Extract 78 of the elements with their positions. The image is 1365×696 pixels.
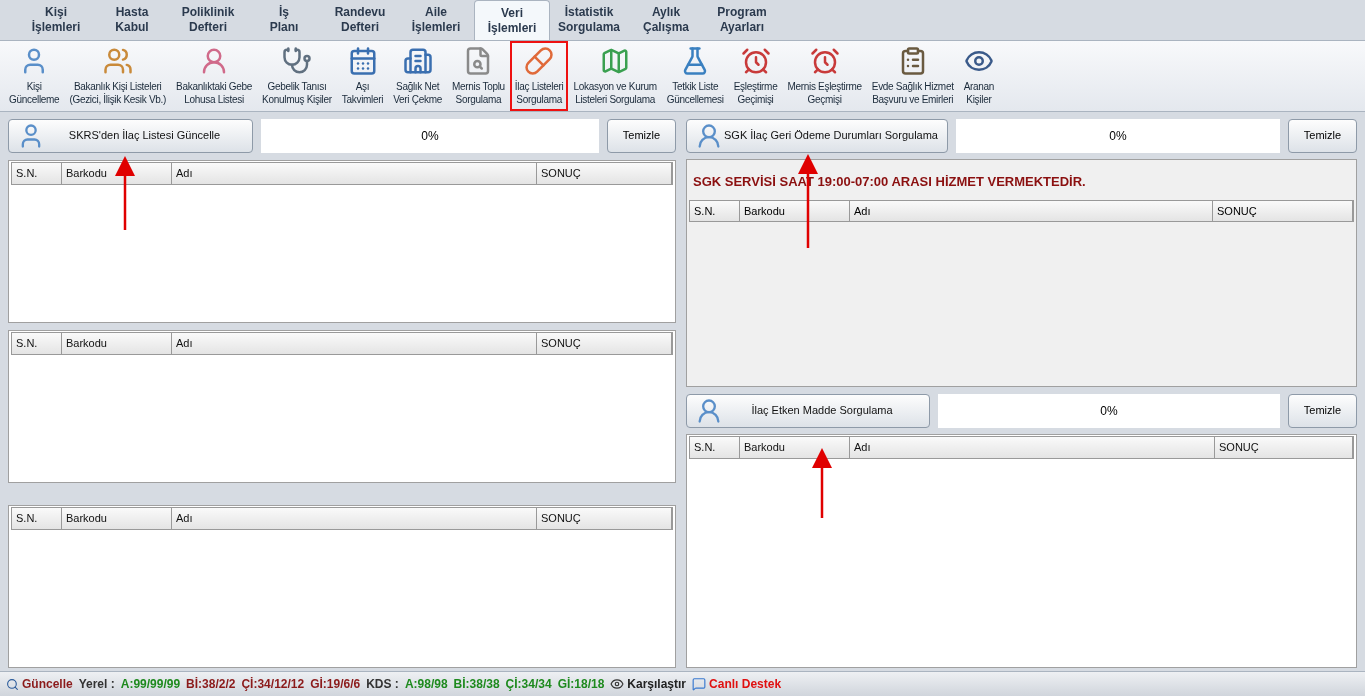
chat-icon — [692, 677, 707, 691]
menu-tab[interactable]: Aylık Çalışma — [628, 0, 704, 40]
toolbar-button[interactable]: Bakanlıktaki Gebe Lohusa Listesi — [171, 41, 258, 111]
column-header[interactable]: Barkodu — [740, 437, 850, 458]
eye-icon — [610, 677, 625, 691]
map-icon — [600, 46, 631, 76]
status-text: Gİ:19/6/6 — [310, 676, 361, 693]
column-header[interactable]: Barkodu — [740, 200, 850, 221]
status-text: KDS : — [366, 676, 399, 693]
status-link[interactable]: Karşılaştır — [627, 675, 687, 693]
toolbar-button[interactable]: Lokasyon ve Kurum Listeleri Sorgulama — [568, 41, 662, 111]
menu-tab[interactable]: Aile İşlemleri — [398, 0, 474, 40]
column-header[interactable]: SONUÇ — [537, 333, 672, 354]
progress-label: 0% — [956, 118, 1280, 153]
status-text: Çİ:34/34 — [505, 676, 552, 693]
progress-label: 0% — [261, 118, 599, 153]
toolbar-button[interactable]: İlaç Listeleri Sorgulama — [509, 41, 569, 111]
pill-icon — [524, 46, 555, 76]
menu-tab[interactable]: İstatistik Sorgulama — [550, 0, 628, 40]
menu-tab[interactable]: Randevu Defteri — [322, 0, 398, 40]
toolbar-button[interactable]: Kişi Güncelleme — [4, 41, 65, 111]
query-button[interactable]: SGK İlaç Geri Ödeme Durumları Sorgulama — [686, 118, 948, 153]
alarm-clock-icon — [740, 46, 771, 76]
clear-button[interactable]: Temizle — [607, 118, 676, 153]
status-text: A:99/99/99 — [120, 676, 181, 693]
calendar-icon — [347, 46, 378, 76]
column-header[interactable]: Adı — [172, 163, 537, 184]
toolbar-button[interactable]: Gebelik Tanısı Konulmuş Kişiler — [257, 41, 337, 111]
users-icon — [102, 46, 133, 76]
toolbar-button[interactable]: Aranan Kişiler — [958, 41, 1000, 111]
query-button[interactable]: SKRS'den İlaç Listesi Güncelle — [8, 118, 253, 153]
clear-button[interactable]: Temizle — [1288, 393, 1357, 428]
menu-tab[interactable]: Kişi İşlemleri — [18, 0, 94, 40]
search-icon — [6, 677, 19, 691]
building-icon — [402, 46, 433, 76]
menu-tab[interactable]: İş Planı — [246, 0, 322, 40]
column-header[interactable]: Adı — [172, 333, 537, 354]
status-text: Çİ:34/12/12 — [241, 676, 305, 693]
status-text: A:98/98 — [404, 676, 448, 693]
toolbar-button[interactable]: Mernis Toplu Sorgulama — [446, 41, 510, 111]
status-text: Gİ:18/18 — [557, 676, 605, 693]
column-header[interactable]: Barkodu — [62, 333, 172, 354]
clear-button[interactable]: Temizle — [1288, 118, 1357, 153]
status-link[interactable]: Canlı Destek — [709, 675, 782, 693]
toolbar-button[interactable]: Eşleştirme Geçimişi — [728, 41, 783, 111]
status-text: Bİ:38/38 — [453, 676, 500, 693]
status-text: Yerel : — [78, 676, 115, 693]
toolbar-button[interactable]: Tetkik Liste Güncellemesi — [661, 41, 729, 111]
alarm-clock-icon — [809, 46, 840, 76]
annotation-arrow — [812, 448, 832, 518]
status-text: Bİ:38/2/2 — [186, 676, 236, 693]
column-header[interactable]: Adı — [172, 508, 537, 529]
query-button[interactable]: İlaç Etken Madde Sorgulama — [686, 393, 930, 428]
column-header[interactable]: SONUÇ — [537, 508, 672, 529]
toolbar-button[interactable]: Sağlık Net Veri Çekme — [388, 41, 447, 111]
menu-tab[interactable]: Hasta Kabul — [94, 0, 170, 40]
menu-tab[interactable]: Program Ayarları — [704, 0, 780, 40]
column-header[interactable]: S.N. — [12, 333, 62, 354]
column-header[interactable]: Adı — [850, 437, 1215, 458]
column-header[interactable]: S.N. — [690, 437, 740, 458]
menu-tab[interactable]: Poliklinik Defteri — [170, 0, 246, 40]
column-header[interactable]: Barkodu — [62, 508, 172, 529]
toolbar-button[interactable]: Mernis Eşleştirme Geçmişi — [782, 41, 867, 111]
column-header[interactable]: SONUÇ — [537, 163, 672, 184]
toolbar-button[interactable]: Bakanlık Kişi Listeleri (Gezici, İlişik Kesik Vb.) — [64, 41, 172, 111]
column-header[interactable]: S.N. — [690, 200, 740, 221]
toolbar-button[interactable]: Aşı Takvimleri — [336, 41, 389, 111]
menu-tab[interactable]: Veri İşlemleri — [474, 0, 550, 40]
progress-label: 0% — [938, 393, 1280, 428]
stethoscope-icon — [281, 46, 312, 76]
column-header[interactable]: SONUÇ — [1215, 437, 1353, 458]
column-header[interactable]: S.N. — [12, 163, 62, 184]
toolbar-button[interactable]: Evde Sağlık Hizmet Başvuru ve Emirleri — [866, 41, 959, 111]
column-header[interactable]: Adı — [850, 200, 1213, 221]
column-header[interactable]: SONUÇ — [1213, 200, 1353, 221]
column-header[interactable]: S.N. — [12, 508, 62, 529]
column-header[interactable]: Barkodu — [62, 163, 172, 184]
status-link[interactable]: Güncelle — [22, 675, 73, 693]
